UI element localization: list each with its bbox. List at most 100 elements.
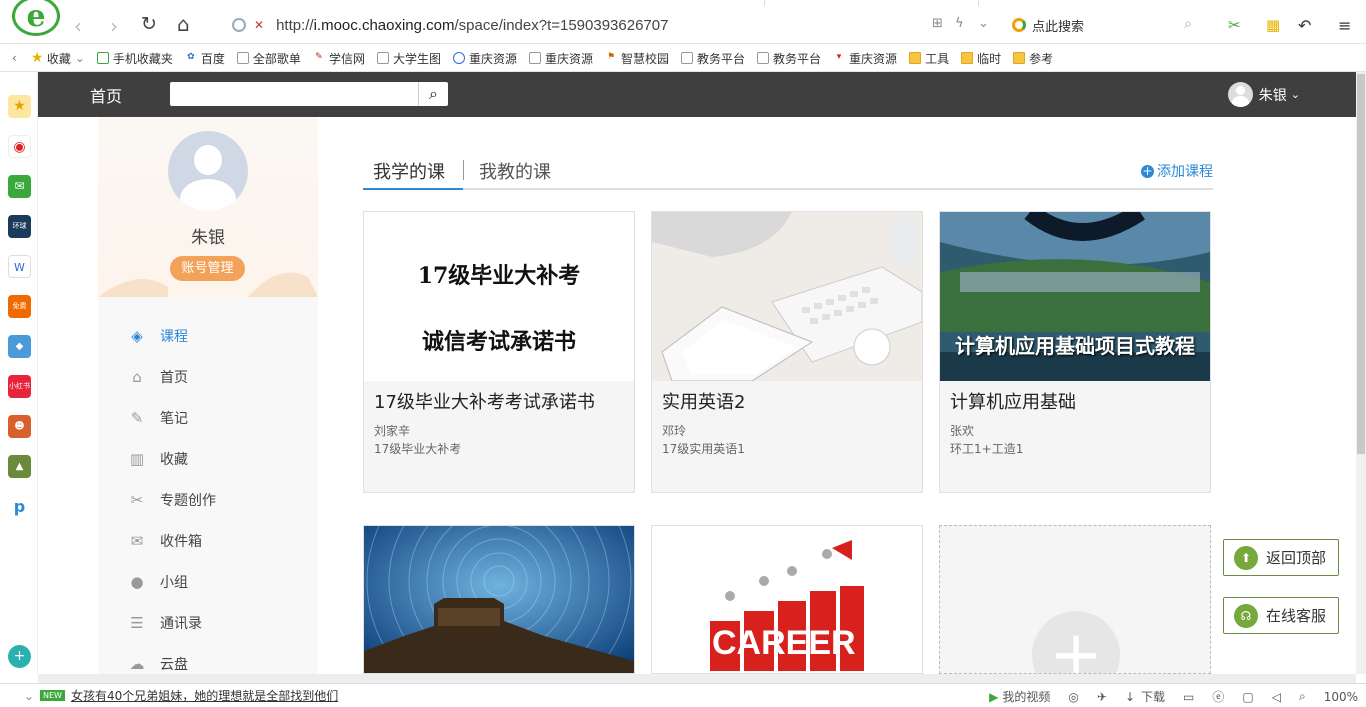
news-app-icon[interactable]: 环球: [8, 215, 31, 238]
course-card[interactable]: 实用英语2 邓玲 17级实用英语1: [651, 211, 923, 493]
lightning-icon[interactable]: ϟ: [955, 16, 964, 31]
account-manage-button[interactable]: 账号管理: [170, 256, 245, 281]
download-icon[interactable]: ↓: [1125, 690, 1135, 704]
site-search-input[interactable]: ⌕: [170, 82, 448, 106]
undo-icon[interactable]: ↶: [1298, 16, 1311, 35]
bookmark-item[interactable]: ★ 收藏 ⌄: [31, 50, 85, 67]
chevron-down-icon[interactable]: ⌄: [24, 689, 34, 703]
tab-separator: [463, 160, 464, 180]
note-icon: ✎: [130, 409, 144, 427]
xiaohongshu-icon[interactable]: 小红书: [8, 375, 31, 398]
bookmark-item[interactable]: 重庆资源: [528, 50, 593, 67]
bookmark-item[interactable]: ✎ 学信网: [313, 50, 365, 67]
weibo-icon[interactable]: ◉: [8, 135, 31, 158]
course-card[interactable]: 17级毕业大补考 诚信考试承诺书 17级毕业大补考考试承诺书 刘家辛 17级毕业…: [363, 211, 635, 493]
course-thumbnail[interactable]: 计算机应用基础项目式教程: [940, 212, 1210, 381]
home-link[interactable]: 首页: [90, 83, 122, 107]
add-course-button[interactable]: + 添加课程: [1141, 161, 1213, 181]
forward-icon[interactable]: ›: [110, 14, 118, 38]
back-icon[interactable]: ‹: [74, 14, 82, 38]
sidebar-toggle-icon[interactable]: ‹: [12, 51, 17, 65]
menu-item-group[interactable]: ● 小组: [128, 571, 188, 593]
course-title[interactable]: 计算机应用基础: [950, 388, 1076, 414]
plus-icon[interactable]: +: [1032, 611, 1120, 673]
horizontal-scrollbar[interactable]: [38, 674, 1356, 683]
my-video-link[interactable]: 我的视频: [1002, 688, 1050, 705]
user-menu[interactable]: 朱银 ⌄: [1227, 82, 1300, 107]
volume-icon[interactable]: ◁: [1272, 690, 1281, 704]
pin-icon[interactable]: ✈: [1097, 690, 1107, 704]
speedup-icon[interactable]: ◎: [1068, 690, 1078, 704]
course-title[interactable]: 实用英语2: [662, 388, 745, 414]
game-app-icon-2[interactable]: ☻: [8, 415, 31, 438]
course-card[interactable]: [363, 525, 635, 674]
browser-sidebar: ★ ◉ ✉ 环球 W 免费 ◆ 小红书 ☻ ▲ p +: [0, 72, 38, 674]
novel-app-icon[interactable]: 免费: [8, 295, 31, 318]
ie-icon[interactable]: ⓔ: [1212, 688, 1224, 705]
word-icon[interactable]: W: [8, 255, 31, 278]
avatar[interactable]: [168, 131, 248, 211]
tab-learning[interactable]: 我学的课: [373, 158, 445, 184]
bookmark-folder[interactable]: 临时: [961, 50, 1001, 67]
bookmark-item[interactable]: 大学生图: [376, 50, 441, 67]
course-thumbnail[interactable]: [364, 526, 634, 673]
layout-icon[interactable]: ▭: [1183, 690, 1194, 704]
menu-item-contacts[interactable]: ☰ 通讯录: [128, 612, 202, 634]
menu-item-topic[interactable]: ✂ 专题创作: [128, 489, 216, 511]
refresh-icon[interactable]: ↻: [141, 13, 157, 35]
window-icon[interactable]: ▢: [1242, 690, 1253, 704]
browser-search-box[interactable]: 点此搜索 ⌕: [1006, 12, 1198, 38]
zoom-level[interactable]: 100%: [1324, 690, 1358, 704]
download-link[interactable]: 下载: [1141, 688, 1165, 705]
menu-item-favorites[interactable]: ▥ 收藏: [128, 448, 188, 470]
bookmark-folder[interactable]: 工具: [909, 50, 949, 67]
search-icon[interactable]: ⌕: [1184, 16, 1192, 32]
bookmark-item[interactable]: ⚑ 智慧校园: [605, 50, 669, 67]
mail-icon[interactable]: ✉: [8, 175, 31, 198]
favorites-icon[interactable]: ★: [8, 95, 31, 118]
browser-logo-icon[interactable]: e: [12, 0, 60, 36]
online-service-button[interactable]: ☊ 在线客服: [1223, 597, 1339, 634]
address-bar[interactable]: ✕ http://i.mooc.chaoxing.com/space/index…: [232, 12, 1002, 38]
course-thumbnail[interactable]: 17级毕业大补考 诚信考试承诺书: [364, 212, 634, 381]
game-app-icon[interactable]: ◆: [8, 335, 31, 358]
menu-item-home[interactable]: ⌂ 首页: [128, 366, 188, 388]
course-card[interactable]: 计算机应用基础项目式教程 计算机应用基础 张欢 环工1+工造1: [939, 211, 1211, 493]
p-app-icon[interactable]: p: [8, 495, 31, 518]
bookmark-item[interactable]: 全部歌单: [236, 50, 301, 67]
course-title[interactable]: 17级毕业大补考考试承诺书: [374, 388, 595, 414]
add-app-icon[interactable]: +: [8, 645, 31, 668]
tab-teaching[interactable]: 我教的课: [479, 158, 551, 184]
home-icon[interactable]: ⌂: [177, 12, 190, 36]
game-app-icon-3[interactable]: ▲: [8, 455, 31, 478]
menu-item-course[interactable]: ◈ 课程: [128, 325, 188, 347]
scrollbar-thumb[interactable]: [1357, 74, 1365, 454]
menu-item-inbox[interactable]: ✉ 收件箱: [128, 530, 202, 552]
bookmark-item[interactable]: 教务平台: [681, 50, 745, 67]
add-course-card[interactable]: +: [939, 525, 1211, 674]
back-to-top-button[interactable]: ⬆ 返回顶部: [1223, 539, 1339, 576]
course-card[interactable]: CAREER: [651, 525, 923, 674]
news-link[interactable]: 女孩有40个兄弟姐妹，她的理想就是全部找到他们: [71, 687, 338, 704]
grid-icon[interactable]: ⊞: [932, 16, 943, 31]
zoom-icon[interactable]: ⌕: [1299, 689, 1306, 704]
menu-item-notes[interactable]: ✎ 笔记: [128, 407, 188, 429]
video-icon[interactable]: ▶: [989, 690, 998, 704]
menu-icon[interactable]: ≡: [1338, 16, 1351, 35]
course-thumbnail[interactable]: CAREER: [652, 526, 922, 673]
bookmark-item[interactable]: 手机收藏夹: [96, 50, 173, 67]
bookmark-folder[interactable]: 参考: [1013, 50, 1053, 67]
bookmark-item[interactable]: 教务平台: [757, 50, 821, 67]
course-thumbnail[interactable]: [652, 212, 922, 381]
bookmark-item[interactable]: ✿ 百度: [185, 50, 225, 67]
scissors-icon[interactable]: ✂: [1228, 16, 1241, 34]
url-text[interactable]: http://i.mooc.chaoxing.com/space/index?t…: [276, 17, 668, 34]
course-teacher: 张欢: [950, 424, 975, 438]
apps-icon[interactable]: ▦: [1266, 16, 1280, 34]
scrollbar[interactable]: [1356, 72, 1366, 674]
bookmark-item[interactable]: ▾ 重庆资源: [833, 50, 897, 67]
chevron-down-icon[interactable]: ⌄: [978, 16, 989, 31]
search-icon[interactable]: ⌕: [418, 82, 448, 106]
menu-item-cloud[interactable]: ☁ 云盘: [128, 653, 189, 674]
bookmark-item[interactable]: 重庆资源: [452, 50, 517, 67]
